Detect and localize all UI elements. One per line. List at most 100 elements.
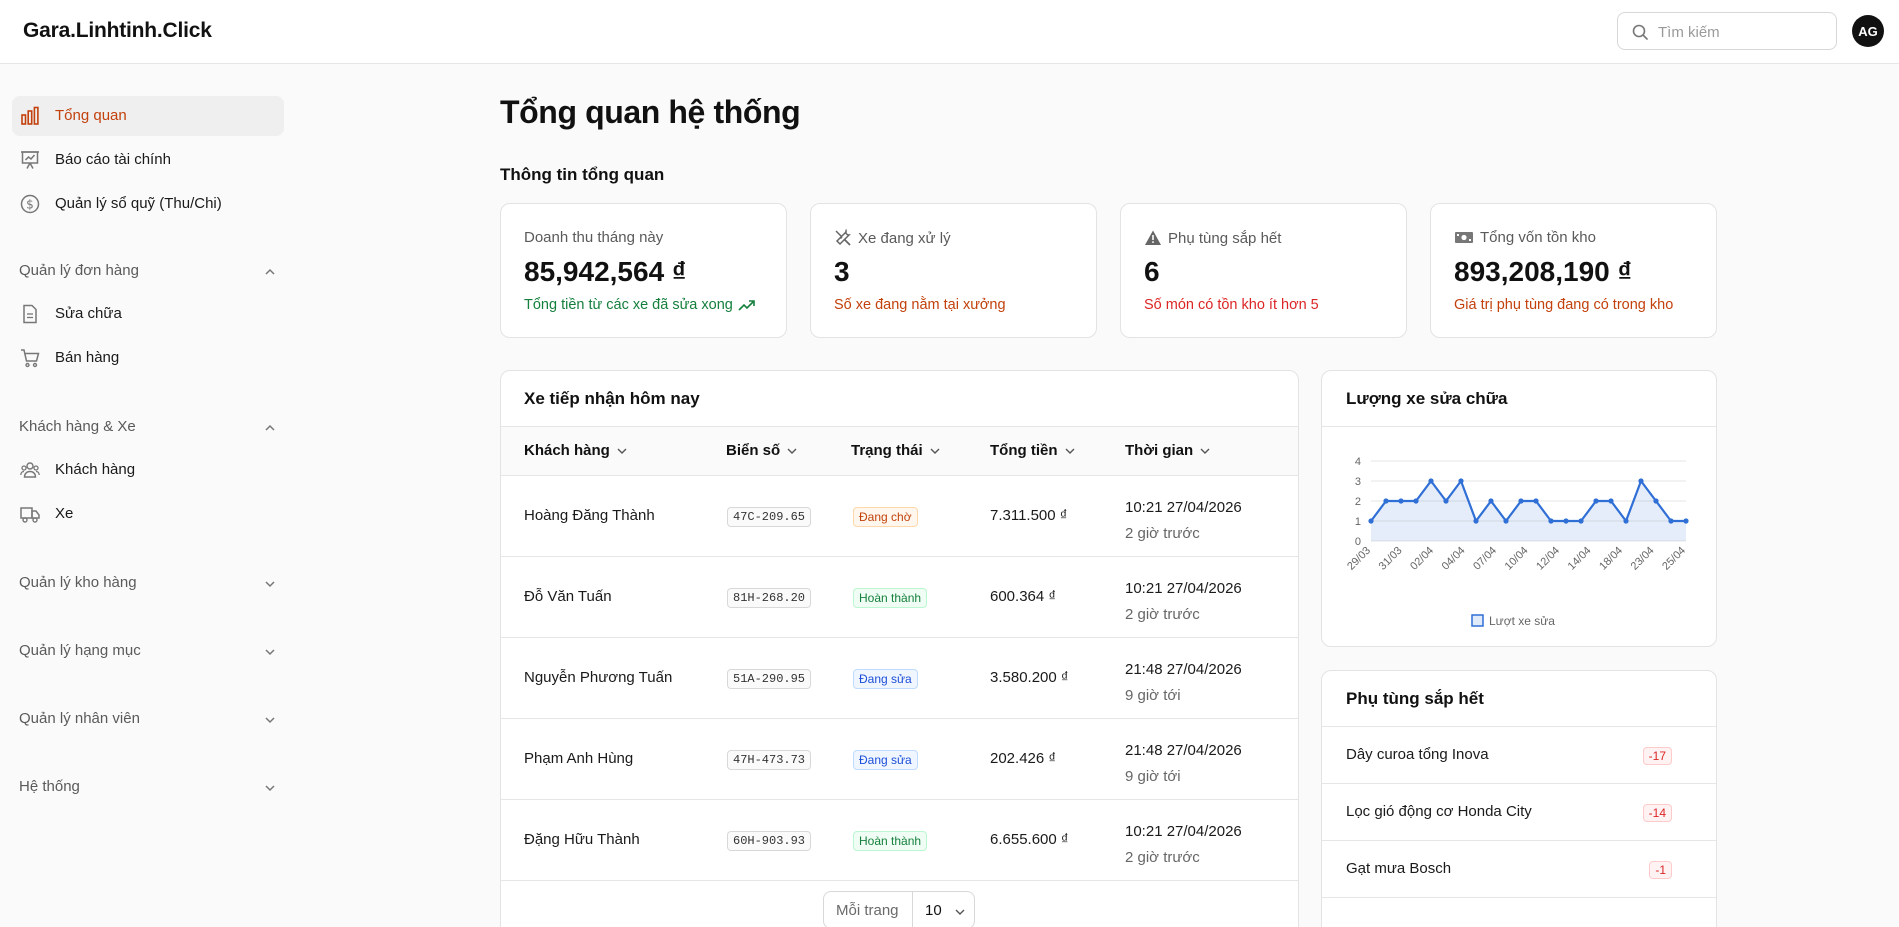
bar-chart-icon bbox=[21, 106, 39, 125]
column-header-total[interactable]: Tổng tiền bbox=[990, 442, 1076, 459]
chevron-up-icon bbox=[265, 424, 275, 431]
sidebar: Tổng quan Báo cáo tài chính $ Quản lý sổ… bbox=[0, 64, 290, 927]
page-size-label: Mỗi trang bbox=[836, 902, 899, 919]
cell-time: 10:21 27/04/2026 2 giờ trước bbox=[1125, 819, 1242, 871]
cell-time: 10:21 27/04/2026 2 giờ trước bbox=[1125, 576, 1242, 628]
list-item[interactable]: Dây curoa tổng Inova -17 bbox=[1322, 727, 1716, 784]
search-input[interactable] bbox=[1658, 21, 1828, 43]
group-label: Khách hàng & Xe bbox=[19, 418, 136, 435]
data-point bbox=[1653, 498, 1659, 504]
data-point bbox=[1428, 478, 1434, 484]
cell-total: 3.580.200 ₫ bbox=[990, 669, 1069, 686]
cell-customer: Đỗ Văn Tuấn bbox=[524, 588, 612, 605]
data-point bbox=[1578, 518, 1584, 524]
group-label: Quản lý kho hàng bbox=[19, 574, 137, 591]
sidebar-item-label: Bán hàng bbox=[55, 349, 120, 366]
stat-note: Tổng tiền từ các xe đã sửa xong bbox=[524, 297, 733, 313]
status-badge: Đang chờ bbox=[853, 507, 918, 527]
data-point bbox=[1488, 498, 1494, 504]
sidebar-item-label: Xe bbox=[55, 505, 74, 522]
quantity-badge: -14 bbox=[1642, 804, 1672, 822]
y-tick-label: 1 bbox=[1355, 516, 1361, 528]
sidebar-item-financial-report[interactable]: Báo cáo tài chính bbox=[12, 140, 284, 180]
data-point bbox=[1638, 478, 1644, 484]
chevron-down-icon bbox=[265, 649, 275, 656]
stat-value: 893,208,190 ₫ bbox=[1454, 256, 1632, 287]
list-item[interactable]: Gạt mưa Bosch -1 bbox=[1322, 841, 1716, 898]
brand-logo[interactable]: Gara.Linhtinh.Click bbox=[23, 19, 212, 43]
data-point bbox=[1533, 498, 1539, 504]
group-system[interactable]: Hệ thống bbox=[19, 776, 276, 800]
cell-total: 7.311.500 ₫ bbox=[990, 507, 1068, 524]
column-header-customer[interactable]: Khách hàng bbox=[524, 442, 628, 459]
time-relative: 2 giờ trước bbox=[1125, 525, 1200, 542]
warning-icon bbox=[1145, 230, 1161, 245]
data-point bbox=[1398, 498, 1404, 504]
top-bar: Gara.Linhtinh.Click AG bbox=[0, 0, 1899, 64]
group-staff[interactable]: Quản lý nhân viên bbox=[19, 708, 276, 732]
cell-total: 6.655.600 ₫ bbox=[990, 831, 1069, 848]
search-box[interactable] bbox=[1617, 12, 1837, 50]
y-tick-label: 3 bbox=[1355, 476, 1361, 488]
chevron-down-icon bbox=[930, 448, 940, 454]
table-row[interactable]: Đỗ Văn Tuấn 81H-268.20 Hoàn thành 600.36… bbox=[501, 557, 1298, 638]
table-row[interactable]: Nguyễn Phương Tuấn 51A-290.95 Đang sửa 3… bbox=[501, 638, 1298, 719]
stat-value: 6 bbox=[1144, 256, 1160, 287]
group-inventory[interactable]: Quản lý kho hàng bbox=[19, 572, 276, 596]
legend-label: Lượt xe sửa bbox=[1489, 614, 1555, 628]
chevron-down-icon bbox=[1065, 448, 1074, 454]
sidebar-item-cashbook[interactable]: $ Quản lý sổ quỹ (Thu/Chi) bbox=[12, 184, 284, 224]
column-label: Thời gian bbox=[1125, 442, 1194, 459]
status-badge: Hoàn thành bbox=[853, 831, 928, 851]
user-avatar[interactable]: AG bbox=[1852, 15, 1884, 47]
group-categories[interactable]: Quản lý hạng mục bbox=[19, 640, 276, 664]
stat-value: 85,942,564 ₫ bbox=[524, 256, 687, 287]
sidebar-item-customers[interactable]: Khách hàng bbox=[12, 450, 284, 490]
time-value: 10:21 27/04/2026 bbox=[1125, 499, 1242, 516]
x-tick-label: 02/04 bbox=[1408, 545, 1436, 573]
table-row[interactable]: Phạm Anh Hùng 47H-473.73 Đang sửa 202.42… bbox=[501, 719, 1298, 800]
status-badge: Đang sửa bbox=[853, 669, 918, 689]
time-value: 10:21 27/04/2026 bbox=[1125, 580, 1242, 597]
group-orders[interactable]: Quản lý đơn hàng bbox=[19, 260, 276, 284]
time-relative: 9 giờ tới bbox=[1125, 687, 1181, 704]
x-tick-label: 04/04 bbox=[1440, 545, 1468, 573]
sidebar-item-vehicles[interactable]: Xe bbox=[12, 494, 284, 534]
stat-card-revenue: Doanh thu tháng này 85,942,564 ₫ Tổng ti… bbox=[500, 203, 787, 338]
stat-card-vehicles-processing: Xe đang xử lý 3 Số xe đang nằm tại xưởng bbox=[810, 203, 1097, 338]
cart-icon bbox=[21, 349, 40, 368]
x-tick-label: 18/04 bbox=[1597, 545, 1625, 573]
group-label: Quản lý đơn hàng bbox=[19, 262, 139, 279]
sidebar-item-repair[interactable]: Sửa chữa bbox=[12, 294, 284, 334]
data-point bbox=[1473, 518, 1479, 524]
sidebar-item-overview[interactable]: Tổng quan bbox=[12, 96, 284, 136]
stat-label-wrap: Xe đang xử lý bbox=[834, 229, 951, 247]
data-point bbox=[1608, 498, 1614, 504]
x-tick-label: 29/03 bbox=[1345, 545, 1373, 573]
column-label: Khách hàng bbox=[524, 442, 610, 459]
table-row[interactable]: Hoàng Đăng Thành 47C-209.65 Đang chờ 7.3… bbox=[501, 476, 1298, 557]
x-tick-label: 07/04 bbox=[1471, 545, 1499, 573]
page-size-value[interactable]: 10 bbox=[925, 902, 942, 919]
list-item[interactable]: Lọc gió động cơ Honda City -14 bbox=[1322, 784, 1716, 841]
time-value: 21:48 27/04/2026 bbox=[1125, 661, 1242, 678]
sidebar-item-sales[interactable]: Bán hàng bbox=[12, 338, 284, 378]
stat-value: 3 bbox=[834, 256, 850, 287]
y-tick-label: 2 bbox=[1355, 496, 1361, 508]
sidebar-item-label: Khách hàng bbox=[55, 461, 136, 478]
intake-table-card: Xe tiếp nhận hôm nay Khách hàng Biển số … bbox=[500, 370, 1299, 927]
group-customers-vehicles[interactable]: Khách hàng & Xe bbox=[19, 416, 276, 440]
sidebar-item-label: Báo cáo tài chính bbox=[55, 151, 171, 168]
column-header-plate[interactable]: Biển số bbox=[726, 442, 798, 459]
table-row[interactable]: Đặng Hữu Thành 60H-903.93 Hoàn thành 6.6… bbox=[501, 800, 1298, 881]
data-point bbox=[1368, 518, 1374, 524]
x-tick-label: 31/03 bbox=[1377, 545, 1405, 573]
page-title: Tổng quan hệ thống bbox=[500, 94, 801, 130]
column-header-status[interactable]: Trạng thái bbox=[851, 442, 941, 459]
page-size-select[interactable]: Mỗi trang 10 bbox=[823, 891, 975, 927]
group-label: Hệ thống bbox=[19, 778, 80, 795]
stat-note: Giá trị phụ tùng đang có trong kho bbox=[1454, 297, 1674, 313]
users-icon bbox=[20, 462, 40, 478]
column-header-time[interactable]: Thời gian bbox=[1125, 442, 1211, 459]
stat-label-wrap: Doanh thu tháng này bbox=[524, 229, 663, 246]
